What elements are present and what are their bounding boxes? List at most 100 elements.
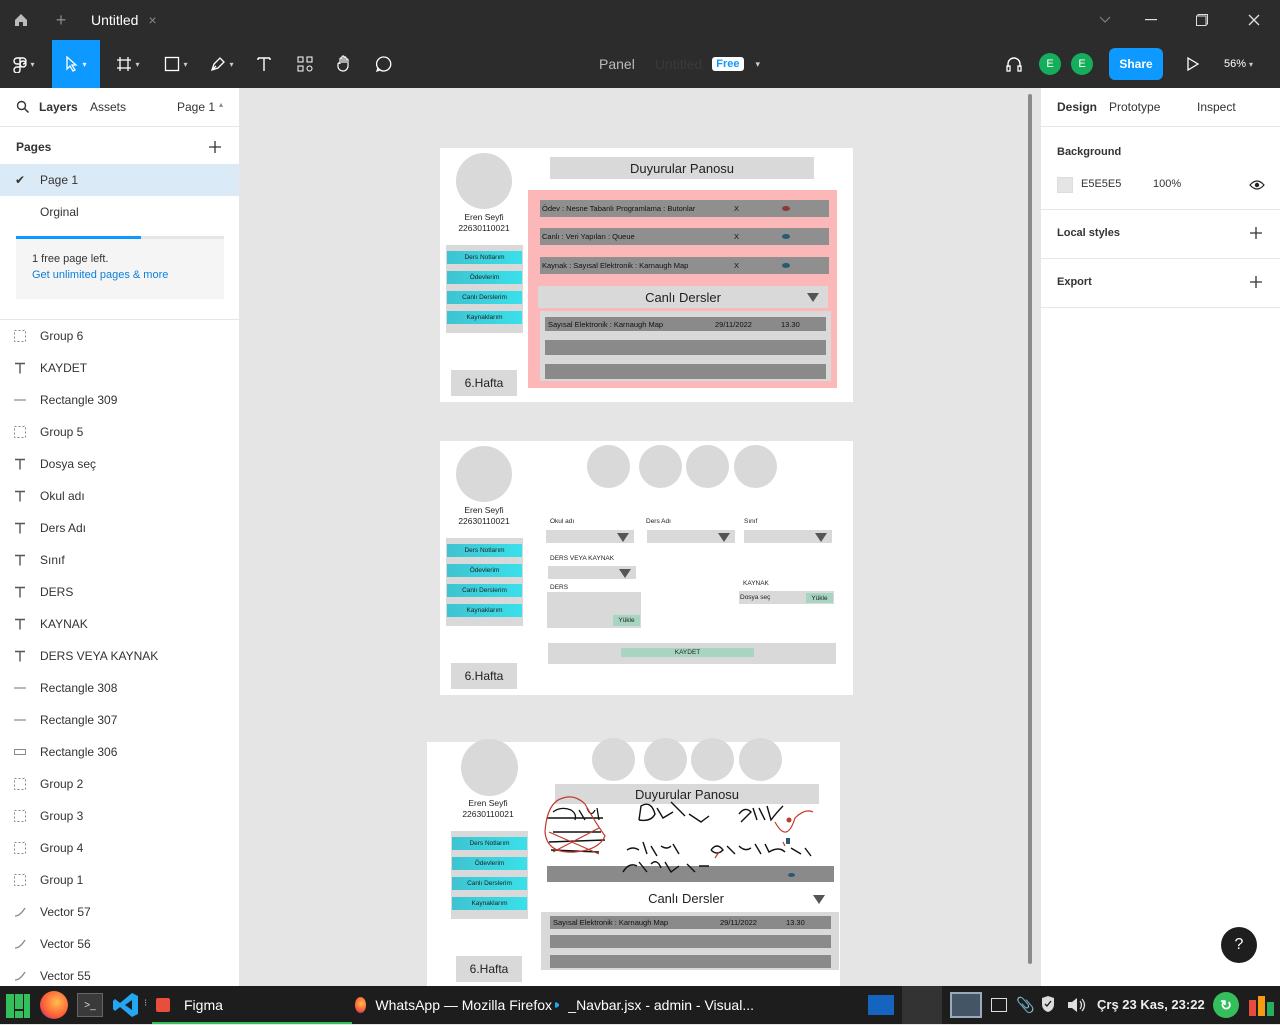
frame-announcements[interactable]: Eren Seyfi 22630110021 Ders Notlarım Öde… (440, 148, 853, 402)
nav-kaynaklarim[interactable]: Kaynaklarım (447, 604, 522, 617)
audio-button[interactable] (1000, 40, 1028, 88)
eye-icon[interactable] (1249, 178, 1265, 190)
page-selector[interactable]: Page 1 ▴ (177, 100, 223, 114)
frame-upload[interactable]: Eren Seyfi 22630110021 Ders Notlarım Öde… (440, 441, 853, 695)
layer-item[interactable]: Rectangle 306 (0, 736, 239, 768)
canvas[interactable]: Eren Seyfi 22630110021 Ders Notlarım Öde… (240, 88, 1040, 986)
dropdown-arrow-icon[interactable] (807, 293, 819, 302)
live-lesson-row[interactable]: Sayısal Elektronik : Karnaugh Map 29/11/… (545, 317, 826, 331)
tab-design[interactable]: Design (1057, 100, 1097, 114)
background-swatch[interactable] (1057, 177, 1073, 193)
announcement-x[interactable]: X (734, 204, 739, 213)
upsell-link[interactable]: Get unlimited pages & more (32, 269, 168, 281)
file-tab[interactable]: Untitled × (79, 0, 167, 40)
close-window-icon[interactable] (1243, 8, 1265, 32)
close-tab-icon[interactable]: × (148, 12, 156, 28)
pen-tool-button[interactable]: ▾ (202, 40, 242, 88)
new-tab-button[interactable]: + (48, 8, 74, 32)
frame-sketch[interactable]: Eren Seyfi 22630110021 Ders Notlarım Öde… (427, 738, 840, 986)
avatar[interactable]: E (1039, 53, 1061, 75)
share-button[interactable]: Share (1109, 48, 1163, 80)
live-lesson-row[interactable] (550, 955, 831, 968)
nav-ders-notlarim[interactable]: Ders Notlarım (452, 837, 527, 850)
announcement-row[interactable]: Kaynak : Sayısal Elektronik : Karnaugh M… (540, 257, 829, 274)
tab-inspect[interactable]: Inspect (1197, 100, 1236, 114)
tab-assets[interactable]: Assets (90, 100, 126, 114)
nav-canli-derslerim[interactable]: Canlı Derslerim (447, 584, 522, 597)
nav-odevlerim[interactable]: Ödevlerim (452, 857, 527, 870)
manjaro-menu-icon[interactable] (4, 990, 32, 1020)
restore-icon[interactable] (1191, 8, 1213, 32)
background-hex[interactable]: E5E5E5 (1081, 178, 1121, 190)
keyboard-icon[interactable] (991, 998, 1007, 1012)
layer-item[interactable]: Okul adı (0, 480, 239, 512)
announcement-row[interactable]: Ödev : Nesne Tabanlı Programlama : Buton… (540, 200, 829, 217)
dropdown-arrow-icon[interactable] (813, 895, 825, 904)
live-lesson-row[interactable] (545, 340, 826, 355)
layer-item[interactable]: Group 3 (0, 800, 239, 832)
add-page-icon[interactable] (207, 139, 223, 155)
taskbar-item-firefox[interactable]: WhatsApp — Mozilla Firefox (352, 986, 552, 1024)
background-opacity[interactable]: 100% (1153, 178, 1181, 190)
tab-layers[interactable]: Layers (39, 100, 78, 114)
layer-item[interactable]: DERS VEYA KAYNAK (0, 640, 239, 672)
layer-item[interactable]: Group 5 (0, 416, 239, 448)
announcement-x[interactable]: X (734, 232, 739, 241)
add-export-icon[interactable] (1249, 275, 1263, 289)
dropdown-arrow-icon[interactable] (815, 533, 827, 542)
layer-item[interactable]: Rectangle 308 (0, 672, 239, 704)
shield-icon[interactable] (1041, 995, 1055, 1013)
workspace-2[interactable] (902, 986, 942, 1024)
dropdown-arrow-icon[interactable] (617, 533, 629, 542)
save-button[interactable]: KAYDET (621, 648, 754, 657)
help-button[interactable]: ? (1221, 927, 1257, 963)
add-style-icon[interactable] (1249, 226, 1263, 240)
announcement-row[interactable]: Canlı : Veri Yapıları : Queue X (540, 228, 829, 245)
layer-item[interactable]: Vector 56 (0, 928, 239, 960)
shape-tool-button[interactable]: ▾ (156, 40, 196, 88)
chevron-down-icon[interactable] (1094, 8, 1116, 32)
text-tool-button[interactable] (250, 40, 278, 88)
workspace-1-icon[interactable] (868, 995, 894, 1015)
upload-button[interactable]: Yükle (806, 593, 833, 603)
chevron-down-icon[interactable]: ▾ (756, 59, 761, 70)
project-name[interactable]: Panel (599, 56, 635, 72)
clock[interactable]: Çrş 23 Kas, 23:22 (1097, 997, 1205, 1012)
nav-odevlerim[interactable]: Ödevlerim (447, 271, 522, 284)
layer-item[interactable]: Group 2 (0, 768, 239, 800)
nav-ders-notlarim[interactable]: Ders Notlarım (447, 251, 522, 264)
layer-item[interactable]: Sınıf (0, 544, 239, 576)
canvas-scrollbar[interactable] (1028, 94, 1032, 964)
file-name[interactable]: Untitled (655, 56, 702, 72)
frame-tool-button[interactable]: ▾ (108, 40, 148, 88)
layer-item[interactable]: KAYDET (0, 352, 239, 384)
layer-item[interactable]: Rectangle 307 (0, 704, 239, 736)
page-item-page-1[interactable]: ✔ Page 1 (0, 164, 239, 196)
nav-canli-derslerim[interactable]: Canlı Derslerim (447, 291, 522, 304)
live-lesson-row[interactable] (550, 935, 831, 948)
zoom-control[interactable]: 56% ▾ (1224, 54, 1253, 74)
layer-item[interactable]: Ders Adı (0, 512, 239, 544)
nav-ders-notlarim[interactable]: Ders Notlarım (447, 544, 522, 557)
layer-item[interactable]: Vector 57 (0, 896, 239, 928)
taskbar-item-figma[interactable]: Figma (152, 986, 352, 1024)
layer-item[interactable]: DERS (0, 576, 239, 608)
nav-odevlerim[interactable]: Ödevlerim (447, 564, 522, 577)
terminal-icon[interactable]: >_ (77, 993, 103, 1017)
home-icon[interactable] (8, 8, 34, 32)
dropdown-arrow-icon[interactable] (619, 569, 631, 578)
live-lesson-row[interactable] (545, 364, 826, 379)
live-lesson-row[interactable]: Sayısal Elektronik : Karnaugh Map 29/11/… (550, 916, 831, 929)
avatar[interactable]: E (1071, 53, 1093, 75)
tab-prototype[interactable]: Prototype (1109, 100, 1160, 114)
paperclip-icon[interactable]: 📎 (1016, 996, 1035, 1014)
announcement-x[interactable]: X (734, 261, 739, 270)
apps-icon[interactable] (1247, 992, 1277, 1018)
layer-item[interactable]: Group 6 (0, 320, 239, 352)
present-button[interactable] (1180, 40, 1206, 88)
nav-canli-derslerim[interactable]: Canlı Derslerim (452, 877, 527, 890)
move-tool-button[interactable]: ▾ (52, 40, 100, 88)
page-item-orginal[interactable]: Orginal (0, 196, 239, 228)
minimize-icon[interactable] (1140, 8, 1162, 32)
main-menu-button[interactable]: ▾ (4, 40, 44, 88)
